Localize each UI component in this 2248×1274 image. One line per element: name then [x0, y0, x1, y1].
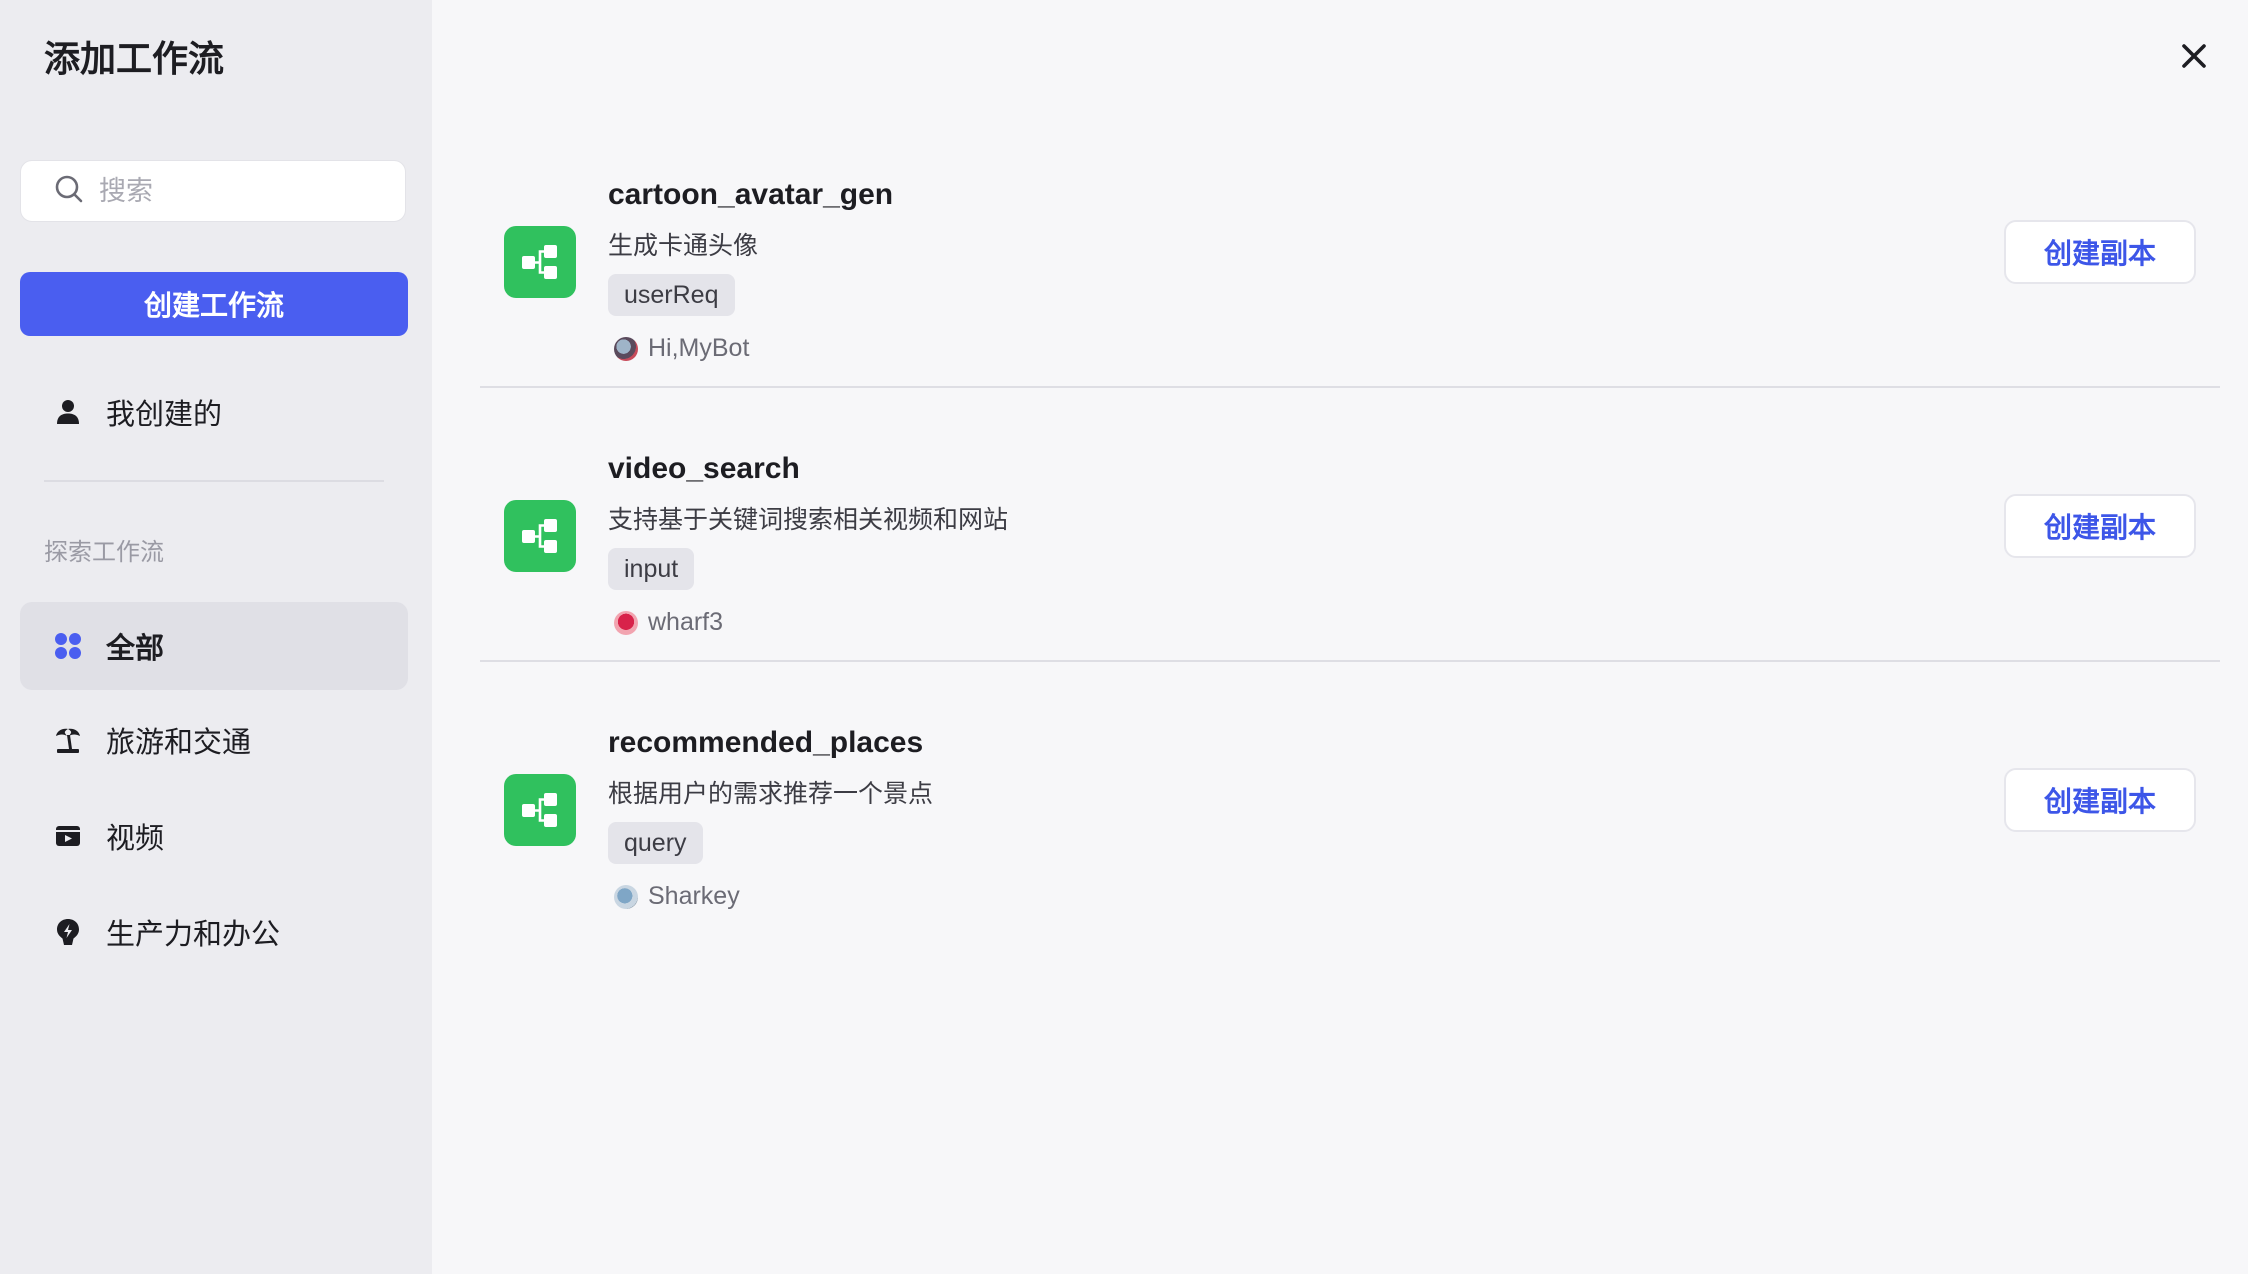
search-input[interactable]: [99, 175, 389, 207]
workflow-description: 支持基于关键词搜索相关视频和网站: [608, 506, 1009, 534]
workflow-description: 生成卡通头像: [608, 232, 759, 260]
author-name: Hi,MyBot: [648, 334, 750, 362]
search-icon: [53, 173, 85, 210]
grid-icon: [52, 630, 84, 662]
create-workflow-button[interactable]: 创建工作流: [20, 272, 408, 336]
duplicate-button[interactable]: 创建副本: [2004, 494, 2196, 558]
sidebar: 添加工作流 创建工作流 我创建的 探索工作流 全部 旅游和交通 视频: [0, 0, 432, 1274]
avatar: [614, 336, 638, 361]
avatar: [614, 610, 638, 635]
nav-item-video[interactable]: 视频: [20, 792, 408, 880]
workflow-icon: [504, 226, 576, 298]
author-name: wharf3: [648, 608, 724, 636]
workflow-card: recommended_places 根据用户的需求推荐一个景点 query S…: [480, 662, 2220, 936]
workflow-author: Sharkey: [614, 882, 740, 911]
user-icon: [52, 396, 84, 428]
workflow-name: video_search: [608, 452, 800, 485]
video-icon: [52, 820, 84, 852]
workflow-icon: [504, 774, 576, 846]
workflow-card: video_search 支持基于关键词搜索相关视频和网站 input whar…: [480, 388, 2220, 662]
workflow-input-tag: userReq: [608, 274, 735, 316]
sidebar-divider: [44, 480, 384, 482]
nav-item-label: 生产力和办公: [106, 919, 281, 951]
avatar: [614, 884, 638, 909]
workflow-description: 根据用户的需求推荐一个景点: [608, 780, 934, 808]
workflow-icon: [504, 500, 576, 572]
author-name: Sharkey: [648, 882, 740, 910]
nav-item-my-created[interactable]: 我创建的: [20, 368, 408, 456]
workflow-author: wharf3: [614, 608, 723, 637]
search-box[interactable]: [20, 160, 406, 222]
nav-item-label: 旅游和交通: [106, 727, 252, 759]
palm-tree-icon: [52, 724, 84, 756]
workflow-input-tag: query: [608, 822, 703, 864]
duplicate-button[interactable]: 创建副本: [2004, 768, 2196, 832]
workflow-name: recommended_places: [608, 726, 924, 759]
nav-item-label: 全部: [106, 633, 165, 665]
workflow-card: cartoon_avatar_gen 生成卡通头像 userReq Hi,MyB…: [480, 114, 2220, 388]
close-button[interactable]: [2176, 38, 2212, 74]
close-icon: [2182, 44, 2206, 68]
workflow-author: Hi,MyBot: [614, 334, 749, 363]
workflow-input-tag: input: [608, 548, 695, 590]
workflow-name: cartoon_avatar_gen: [608, 178, 894, 211]
nav-item-travel[interactable]: 旅游和交通: [20, 696, 408, 784]
duplicate-button[interactable]: 创建副本: [2004, 220, 2196, 284]
nav-item-productivity[interactable]: 生产力和办公: [20, 888, 408, 976]
nav-item-all[interactable]: 全部: [20, 602, 408, 690]
nav-item-label: 视频: [106, 823, 165, 855]
nav-item-label: 我创建的: [106, 399, 223, 431]
lightbulb-icon: [52, 916, 84, 948]
section-label-explore: 探索工作流: [44, 539, 164, 566]
dialog-title: 添加工作流: [44, 38, 225, 79]
